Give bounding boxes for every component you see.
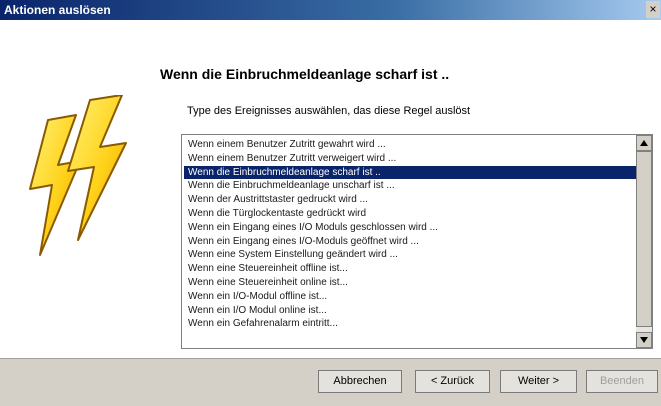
close-button[interactable]: × — [646, 1, 660, 18]
list-item[interactable]: Wenn die Einbruchmeldeanlage unscharf is… — [184, 179, 636, 193]
instruction-text: Type des Ereignisses auswählen, das dies… — [187, 105, 471, 117]
list-item[interactable]: Wenn ein I/O-Modul offline ist... — [184, 290, 636, 304]
scroll-down-button[interactable] — [636, 332, 652, 348]
list-item[interactable]: Wenn ein Gefahrenalarm eintritt... — [184, 317, 636, 331]
list-item[interactable]: Wenn ein Eingang eines I/O-Moduls geöffn… — [184, 235, 636, 249]
scroll-up-arrow-icon — [640, 140, 648, 146]
back-button[interactable]: < Zurück — [415, 370, 490, 393]
wizard-button-bar: Abbrechen < Zurück Weiter > Beenden — [0, 358, 661, 406]
vertical-scrollbar[interactable] — [636, 135, 652, 348]
event-list-items: Wenn einem Benutzer Zutritt gewahrt wird… — [184, 138, 636, 346]
scroll-down-arrow-icon — [640, 337, 648, 343]
list-item[interactable]: Wenn ein I/O Modul online ist... — [184, 304, 636, 318]
window-title: Aktionen auslösen — [4, 3, 111, 17]
list-item[interactable]: Wenn eine Steuereinheit offline ist... — [184, 262, 636, 276]
scroll-up-button[interactable] — [636, 135, 652, 151]
list-item[interactable]: Wenn einem Benutzer Zutritt gewahrt wird… — [184, 138, 636, 152]
list-item-selected[interactable]: Wenn die Einbruchmeldeanlage scharf ist … — [184, 165, 636, 180]
event-type-listbox[interactable]: Wenn einem Benutzer Zutritt gewahrt wird… — [181, 134, 653, 349]
cancel-button[interactable]: Abbrechen — [318, 370, 402, 393]
list-item[interactable]: Wenn ein Eingang eines I/O Moduls geschl… — [184, 221, 636, 235]
list-item[interactable]: Wenn eine Steuereinheit online ist... — [184, 276, 636, 290]
list-item[interactable]: Wenn die Türglockentaste gedrückt wird — [184, 207, 636, 221]
finish-button: Beenden — [586, 370, 658, 393]
lightning-bolts-icon — [29, 95, 127, 256]
scroll-thumb[interactable] — [636, 151, 652, 327]
list-item[interactable]: Wenn der Austrittstaster gedruckt wird .… — [184, 193, 636, 207]
page-heading: Wenn die Einbruchmeldeanlage scharf ist … — [160, 66, 450, 82]
list-item[interactable]: Wenn einem Benutzer Zutritt verweigert w… — [184, 152, 636, 166]
title-bar: Aktionen auslösen × — [0, 0, 661, 20]
next-button[interactable]: Weiter > — [500, 370, 577, 393]
list-item[interactable]: Wenn eine System Einstellung geändert wi… — [184, 248, 636, 262]
